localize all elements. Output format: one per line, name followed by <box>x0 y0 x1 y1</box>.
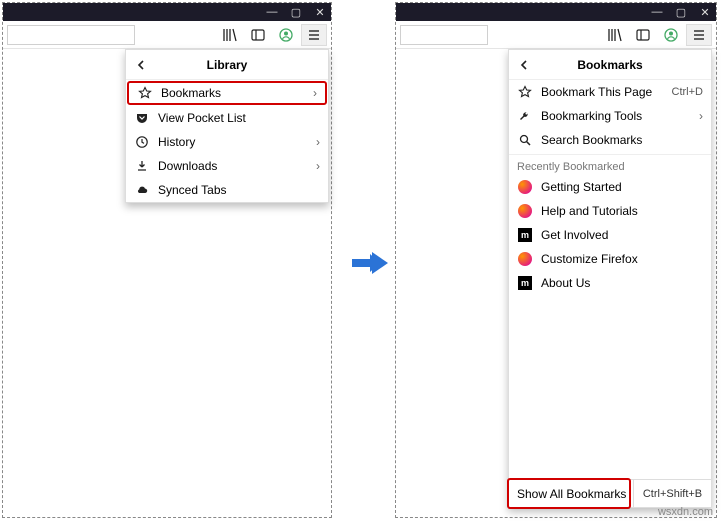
favicon <box>517 179 533 195</box>
maximize-button[interactable]: ▢ <box>289 7 303 17</box>
menu-item-label: View Pocket List <box>158 111 320 125</box>
cloud-icon <box>134 182 150 198</box>
titlebar: — ▢ ✕ <box>3 3 331 21</box>
menu-item-label: History <box>158 135 308 149</box>
menu-item-downloads[interactable]: Downloads › <box>126 154 328 178</box>
menu-item-history[interactable]: History › <box>126 130 328 154</box>
chevron-right-icon: › <box>313 86 317 100</box>
minimize-button[interactable]: — <box>650 7 664 17</box>
arrow-right-icon <box>348 242 390 284</box>
chevron-right-icon: › <box>316 135 320 149</box>
bookmark-item[interactable]: m About Us <box>509 271 711 295</box>
menu-item-synced-tabs[interactable]: Synced Tabs <box>126 178 328 202</box>
menu-item-label: Bookmarks <box>161 86 305 100</box>
window-right: — ▢ ✕ Bookmarks <box>395 2 717 518</box>
library-icon[interactable] <box>221 26 239 44</box>
shortcut-text: Ctrl+D <box>672 86 703 98</box>
bookmark-label: Customize Firefox <box>541 252 703 266</box>
pocket-icon <box>134 110 150 126</box>
bookmark-item[interactable]: Help and Tutorials <box>509 199 711 223</box>
url-bar[interactable] <box>400 25 488 45</box>
bookmark-label: Help and Tutorials <box>541 204 703 218</box>
menu-item-label: Downloads <box>158 159 308 173</box>
menu-item-pocket[interactable]: View Pocket List <box>126 106 328 130</box>
bookmark-item[interactable]: Getting Started <box>509 175 711 199</box>
menu-item-bookmarking-tools[interactable]: Bookmarking Tools › <box>509 104 711 128</box>
menu-item-label: Search Bookmarks <box>541 133 703 147</box>
menu-item-bookmarks[interactable]: Bookmarks › <box>127 81 327 105</box>
bookmark-label: Getting Started <box>541 180 703 194</box>
clock-icon <box>134 134 150 150</box>
chevron-right-icon: › <box>316 159 320 173</box>
favicon <box>517 203 533 219</box>
download-icon <box>134 158 150 174</box>
show-all-bookmarks-button[interactable]: Show All Bookmarks <box>509 480 633 507</box>
menu-item-bookmark-this-page[interactable]: Bookmark This Page Ctrl+D <box>509 80 711 104</box>
menu-item-label: Bookmarking Tools <box>541 109 691 123</box>
maximize-button[interactable]: ▢ <box>674 7 688 17</box>
titlebar: — ▢ ✕ <box>396 3 716 21</box>
account-icon[interactable] <box>277 26 295 44</box>
wrench-icon <box>517 108 533 124</box>
close-button[interactable]: ✕ <box>313 7 327 17</box>
hamburger-menu[interactable] <box>301 24 327 46</box>
footer-shortcut: Ctrl+Shift+B <box>633 480 711 507</box>
menu-item-label: Bookmark This Page <box>541 85 664 99</box>
library-menu: Library Bookmarks › View Pocket List <box>125 49 329 203</box>
menu-item-search-bookmarks[interactable]: Search Bookmarks <box>509 128 711 152</box>
menu-item-label: Synced Tabs <box>158 183 320 197</box>
watermark: wsxdn.com <box>658 506 713 518</box>
back-button[interactable] <box>126 50 156 80</box>
star-icon <box>137 85 153 101</box>
minimize-button[interactable]: — <box>265 7 279 17</box>
close-button[interactable]: ✕ <box>698 7 712 17</box>
bookmark-item[interactable]: Customize Firefox <box>509 247 711 271</box>
library-icon[interactable] <box>606 26 624 44</box>
favicon <box>517 251 533 267</box>
chevron-right-icon: › <box>699 109 703 123</box>
footer-label: Show All Bookmarks <box>517 487 626 501</box>
sidebar-icon[interactable] <box>634 26 652 44</box>
recently-bookmarked-label: Recently Bookmarked <box>509 157 711 175</box>
bookmark-label: Get Involved <box>541 228 703 242</box>
url-bar[interactable] <box>7 25 135 45</box>
account-icon[interactable] <box>662 26 680 44</box>
menu-title: Bookmarks <box>539 58 711 72</box>
hamburger-menu[interactable] <box>686 24 712 46</box>
favicon: m <box>517 275 533 291</box>
menu-title: Library <box>156 58 328 72</box>
back-button[interactable] <box>509 50 539 80</box>
toolbar <box>3 21 331 49</box>
toolbar <box>396 21 716 49</box>
bookmarks-menu: Bookmarks Bookmark This Page Ctrl+D Book… <box>508 49 712 508</box>
bookmark-label: About Us <box>541 276 703 290</box>
search-icon <box>517 132 533 148</box>
favicon: m <box>517 227 533 243</box>
bookmark-item[interactable]: m Get Involved <box>509 223 711 247</box>
window-left: — ▢ ✕ Library <box>2 2 332 518</box>
footer-row: Show All Bookmarks Ctrl+Shift+B <box>509 479 711 507</box>
separator <box>509 154 711 155</box>
sidebar-icon[interactable] <box>249 26 267 44</box>
star-icon <box>517 84 533 100</box>
